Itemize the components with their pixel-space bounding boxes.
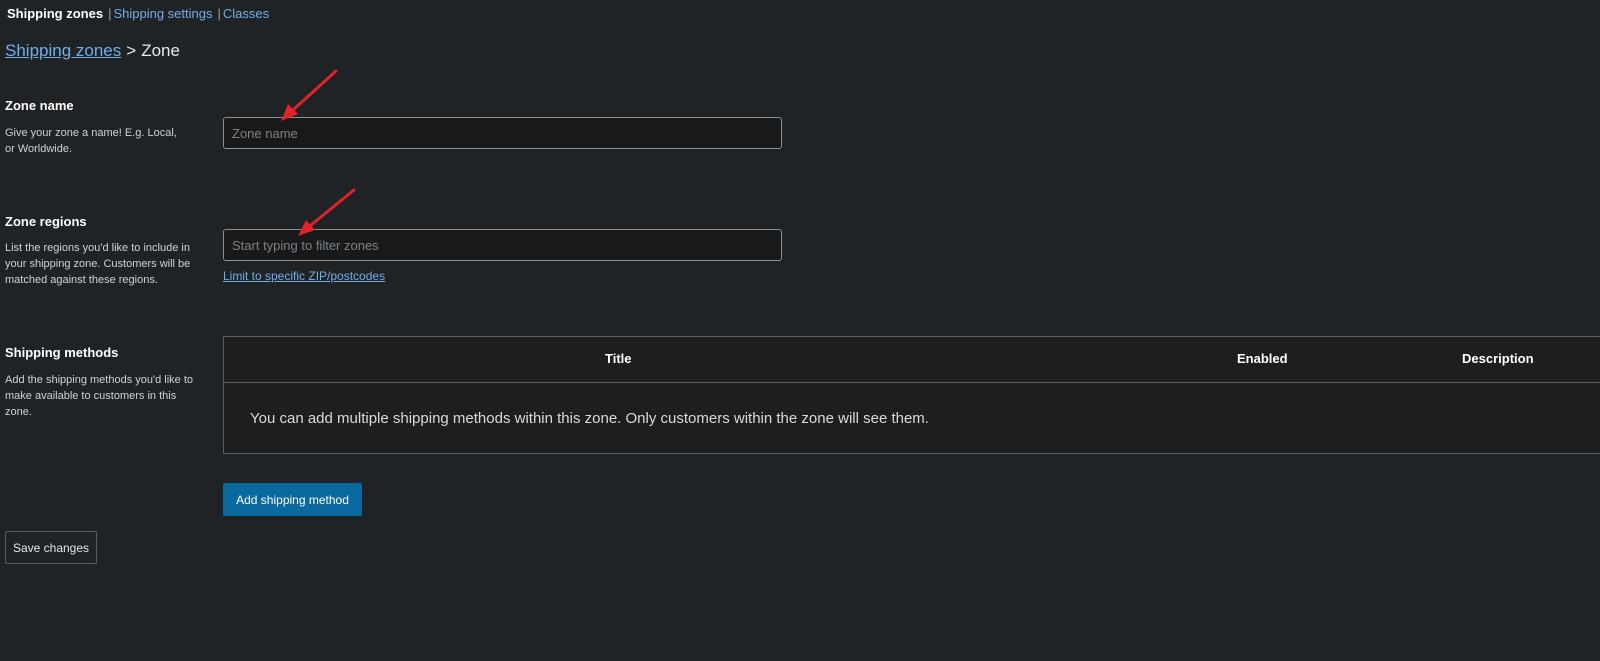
annotation-arrow-zone-regions: [298, 188, 356, 236]
shipping-zone-page: Shipping zones | Shipping settings | Classes…: [0, 0, 1600, 661]
